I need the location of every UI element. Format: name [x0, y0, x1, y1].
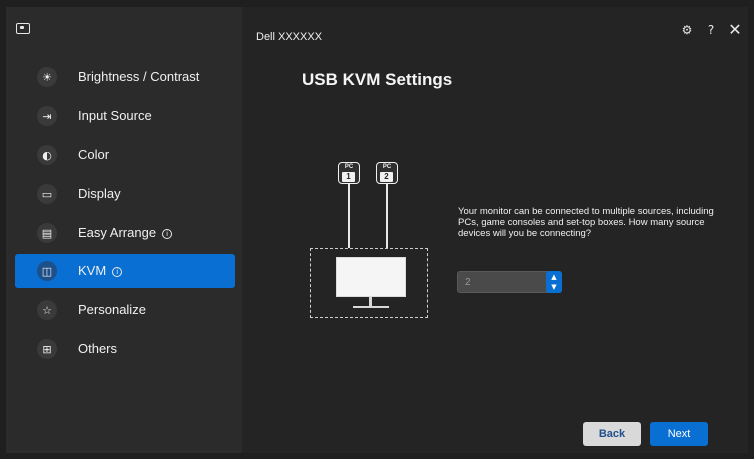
sidebar-item-label: Personalize: [78, 302, 146, 317]
monitor-name: Dell XXXXXX: [256, 31, 323, 43]
chevron-up-down-icon[interactable]: ▲ ▼: [546, 271, 562, 293]
sidebar-item-label: KVM i: [78, 263, 123, 278]
sidebar-item-label-text: Easy Arrange: [78, 225, 157, 240]
settings-icon[interactable]: ⚙: [680, 23, 694, 37]
kvm-icon: ◫: [37, 261, 57, 281]
sidebar-item-brightness-contrast[interactable]: ☀ Brightness / Contrast: [16, 60, 242, 94]
palette-icon: ◐: [37, 145, 57, 165]
monitor-screen: [336, 257, 406, 297]
input-source-icon: ⇥: [37, 106, 57, 126]
close-icon[interactable]: ✕: [728, 22, 742, 38]
pc-number: 2: [380, 172, 393, 182]
source-count-value: 2: [465, 277, 471, 288]
sidebar-item-label: Display: [78, 186, 121, 201]
source-count-stepper[interactable]: 2 ▲ ▼: [457, 271, 562, 293]
app-window: ☀ Brightness / Contrast ⇥ Input Source ◐…: [6, 7, 748, 453]
monitor-frame: [310, 248, 428, 318]
app-logo-icon: [16, 23, 30, 34]
sidebar-item-label: Others: [78, 341, 118, 356]
monitor-icon: ▭: [37, 184, 57, 204]
sidebar-item-input-source[interactable]: ⇥ Input Source: [16, 99, 242, 133]
window-controls: ⚙ ? ✕: [680, 22, 742, 38]
back-button[interactable]: Back: [583, 422, 641, 446]
sidebar-item-label: Color: [78, 147, 110, 162]
pc-2-icon: PC 2: [376, 162, 398, 184]
kvm-diagram: PC 1 PC 2: [310, 162, 430, 318]
sidebar-item-easy-arrange[interactable]: ▤ Easy Arrange i: [16, 216, 242, 250]
pc-label: PC: [344, 164, 354, 170]
cable-line: [348, 184, 350, 248]
info-icon[interactable]: i: [162, 229, 173, 239]
sidebar-item-label: Brightness / Contrast: [78, 69, 200, 84]
pc-label: PC: [382, 164, 392, 170]
sidebar: ☀ Brightness / Contrast ⇥ Input Source ◐…: [6, 7, 242, 453]
next-button[interactable]: Next: [650, 422, 708, 446]
sidebar-item-label-text: KVM: [78, 263, 107, 278]
help-icon[interactable]: ?: [704, 23, 718, 37]
star-icon: ☆: [37, 300, 57, 320]
info-icon[interactable]: i: [112, 267, 123, 277]
sidebar-item-color[interactable]: ◐ Color: [16, 138, 242, 172]
sidebar-item-others[interactable]: ⊞ Others: [16, 332, 242, 366]
sidebar-item-label: Easy Arrange i: [78, 225, 173, 240]
main-panel: Dell XXXXXX ⚙ ? ✕ USB KVM Settings PC 1 …: [242, 7, 748, 453]
page-title: USB KVM Settings: [302, 70, 453, 89]
settings-box-icon: ⊞: [37, 339, 57, 359]
sun-icon: ☀: [37, 67, 57, 87]
pc-number: 1: [342, 172, 355, 182]
monitor-base: [353, 306, 389, 308]
cable-line: [386, 184, 388, 248]
layout-icon: ▤: [37, 223, 57, 243]
sidebar-item-kvm[interactable]: ◫ KVM i: [15, 254, 235, 288]
kvm-description: Your monitor can be connected to multipl…: [458, 206, 714, 239]
sidebar-item-label: Input Source: [78, 108, 152, 123]
pc-1-icon: PC 1: [338, 162, 360, 184]
sidebar-item-display[interactable]: ▭ Display: [16, 177, 242, 211]
sidebar-item-personalize[interactable]: ☆ Personalize: [16, 293, 242, 327]
